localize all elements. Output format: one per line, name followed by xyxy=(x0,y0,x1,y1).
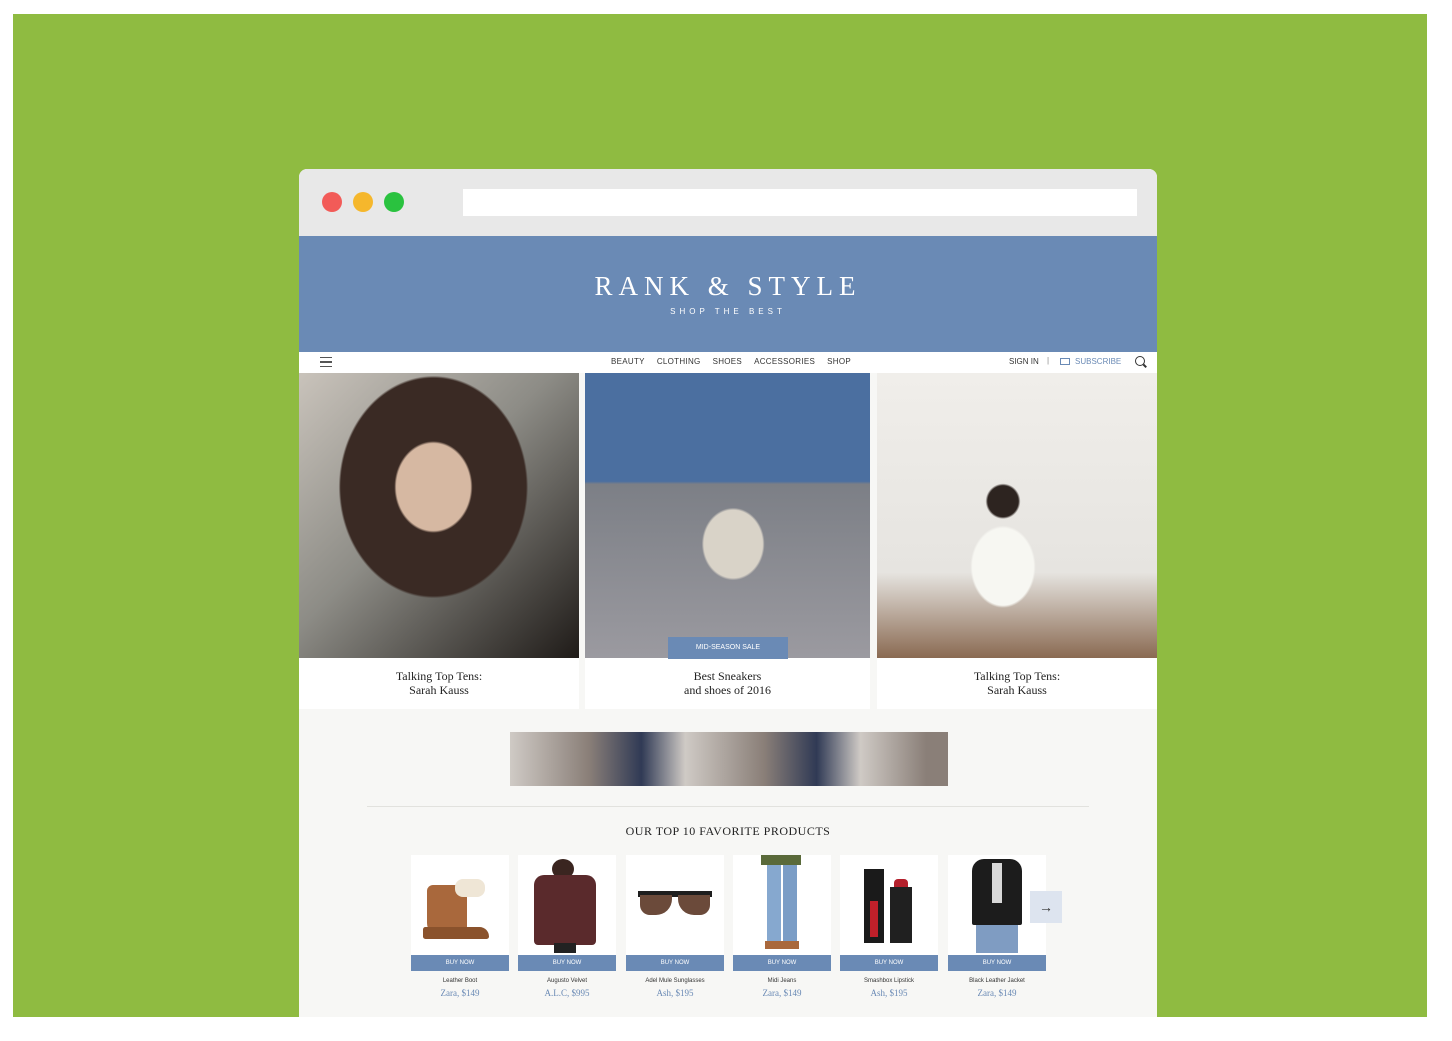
product-name[interactable]: Adel Mule Sunglasses xyxy=(626,978,724,984)
feature-card[interactable]: Talking Top Tens: Sarah Kauss xyxy=(299,373,579,709)
feature-caption-line: Talking Top Tens: xyxy=(395,669,483,683)
nav-links: BEAUTY CLOTHING SHOES ACCESSORIES SHOP xyxy=(611,357,851,366)
product-card: BUY NOW Augusto Velvet A.L.C, $995 xyxy=(518,855,616,1001)
product-card: BUY NOW Leather Boot Zara, $149 xyxy=(411,855,509,1001)
products-section-title: OUR TOP 10 FAVORITE PRODUCTS xyxy=(625,824,831,838)
product-card: BUY NOW Black Leather Jacket Zara, $149 xyxy=(948,855,1046,1001)
product-image[interactable] xyxy=(518,855,616,955)
feature-card[interactable]: Talking Top Tens: Sarah Kauss xyxy=(877,373,1157,709)
feature-caption[interactable]: Talking Top Tens: Sarah Kauss xyxy=(877,669,1157,697)
product-name[interactable]: Smashbox Lipstick xyxy=(840,978,938,984)
nav-link-accessories[interactable]: ACCESSORIES xyxy=(754,357,815,366)
nav-link-shop[interactable]: SHOP xyxy=(827,357,851,366)
feature-caption-line: Sarah Kauss xyxy=(987,683,1047,697)
address-bar[interactable] xyxy=(463,189,1137,216)
search-icon[interactable] xyxy=(1135,356,1145,366)
feature-caption[interactable]: Talking Top Tens: Sarah Kauss xyxy=(299,669,579,697)
buy-now-button[interactable]: BUY NOW xyxy=(948,955,1046,971)
feature-caption-line: Talking Top Tens: xyxy=(973,669,1061,683)
menu-icon[interactable] xyxy=(320,357,332,367)
feature-caption-line: and shoes of 2016 xyxy=(684,683,771,697)
ad-banner[interactable] xyxy=(510,732,948,786)
browser-chrome xyxy=(299,169,1157,236)
sale-badge[interactable]: MID-SEASON SALE xyxy=(668,637,788,659)
product-price: Zara, $149 xyxy=(762,988,802,998)
sign-in-link[interactable]: SIGN IN xyxy=(1009,357,1039,366)
masthead: RANK & STYLE SHOP THE BEST xyxy=(299,236,1157,352)
nav-separator: | xyxy=(1047,356,1050,365)
section-divider xyxy=(367,806,1089,807)
feature-image[interactable] xyxy=(877,373,1157,658)
product-image[interactable] xyxy=(840,855,938,955)
minimize-window-button[interactable] xyxy=(353,192,373,212)
product-name[interactable]: Black Leather Jacket xyxy=(948,978,1046,984)
feature-caption[interactable]: Best Sneakers and shoes of 2016 xyxy=(585,669,870,697)
product-image[interactable] xyxy=(411,855,509,955)
main-nav: BEAUTY CLOTHING SHOES ACCESSORIES SHOP S… xyxy=(299,352,1157,373)
feature-image[interactable] xyxy=(299,373,579,658)
buy-now-button[interactable]: BUY NOW xyxy=(518,955,616,971)
product-price: Zara, $149 xyxy=(440,988,480,998)
product-price: A.L.C, $995 xyxy=(544,988,590,998)
product-card: BUY NOW Adel Mule Sunglasses Ash, $195 xyxy=(626,855,724,1001)
product-price: Ash, $195 xyxy=(870,988,908,998)
product-name[interactable]: Leather Boot xyxy=(411,978,509,984)
feature-card[interactable]: MID-SEASON SALE Best Sneakers and shoes … xyxy=(585,373,870,709)
carousel-next-button[interactable]: → xyxy=(1030,891,1062,923)
feature-image[interactable] xyxy=(585,373,870,658)
product-card: BUY NOW Smashbox Lipstick Ash, $195 xyxy=(840,855,938,1001)
product-price: Zara, $149 xyxy=(977,988,1017,998)
close-window-button[interactable] xyxy=(322,192,342,212)
arrow-right-icon: → xyxy=(1039,899,1053,915)
buy-now-button[interactable]: BUY NOW xyxy=(626,955,724,971)
mail-icon xyxy=(1060,358,1070,365)
product-image[interactable] xyxy=(733,855,831,955)
product-name[interactable]: Midi Jeans xyxy=(733,978,831,984)
nav-link-beauty[interactable]: BEAUTY xyxy=(611,357,645,366)
feature-caption-line: Sarah Kauss xyxy=(409,683,469,697)
product-name[interactable]: Augusto Velvet xyxy=(518,978,616,984)
buy-now-button[interactable]: BUY NOW xyxy=(840,955,938,971)
browser-window: RANK & STYLE SHOP THE BEST BEAUTY CLOTHI… xyxy=(299,169,1157,1017)
site-tagline: SHOP THE BEST xyxy=(670,307,786,316)
buy-now-button[interactable]: BUY NOW xyxy=(733,955,831,971)
nav-link-clothing[interactable]: CLOTHING xyxy=(657,357,701,366)
maximize-window-button[interactable] xyxy=(384,192,404,212)
feature-caption-line: Best Sneakers xyxy=(693,669,762,683)
nav-link-shoes[interactable]: SHOES xyxy=(713,357,743,366)
product-image[interactable] xyxy=(626,855,724,955)
buy-now-button[interactable]: BUY NOW xyxy=(411,955,509,971)
site-logo[interactable]: RANK & STYLE xyxy=(299,271,1157,302)
subscribe-link[interactable]: SUBSCRIBE xyxy=(1075,357,1121,366)
product-price: Ash, $195 xyxy=(656,988,694,998)
product-card: BUY NOW Midi Jeans Zara, $149 xyxy=(733,855,831,1001)
